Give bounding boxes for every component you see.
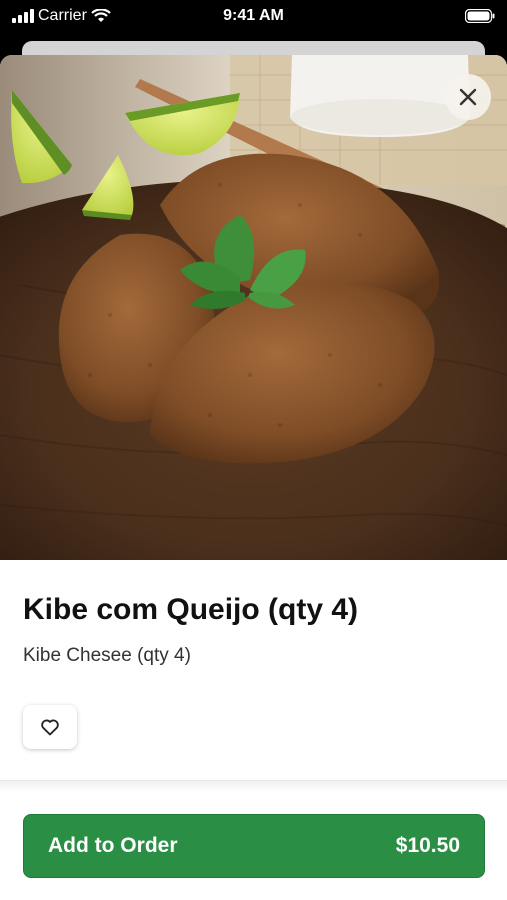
- heart-icon: [41, 719, 59, 736]
- close-button[interactable]: [445, 74, 491, 120]
- wifi-icon: [91, 9, 111, 22]
- item-price: $10.50: [395, 834, 460, 857]
- add-to-order-label: Add to Order: [48, 834, 178, 857]
- favorite-button[interactable]: [23, 705, 77, 749]
- signal-icon: [12, 9, 34, 23]
- item-photo: [0, 55, 507, 560]
- battery-icon: [465, 9, 495, 23]
- close-icon: [459, 88, 477, 106]
- kibe-photo: [0, 55, 507, 560]
- section-divider: [0, 780, 507, 792]
- item-description: Kibe Chesee (qty 4): [23, 645, 191, 666]
- carrier-label: Carrier: [38, 7, 87, 24]
- status-bar: Carrier 9:41 AM: [0, 0, 507, 32]
- add-to-order-button[interactable]: Add to Order $10.50: [23, 814, 485, 878]
- status-right: [465, 9, 495, 23]
- item-title: Kibe com Queijo (qty 4): [23, 593, 359, 626]
- status-left: Carrier: [12, 7, 111, 25]
- item-detail-sheet: Kibe com Queijo (qty 4) Kibe Chesee (qty…: [0, 55, 507, 900]
